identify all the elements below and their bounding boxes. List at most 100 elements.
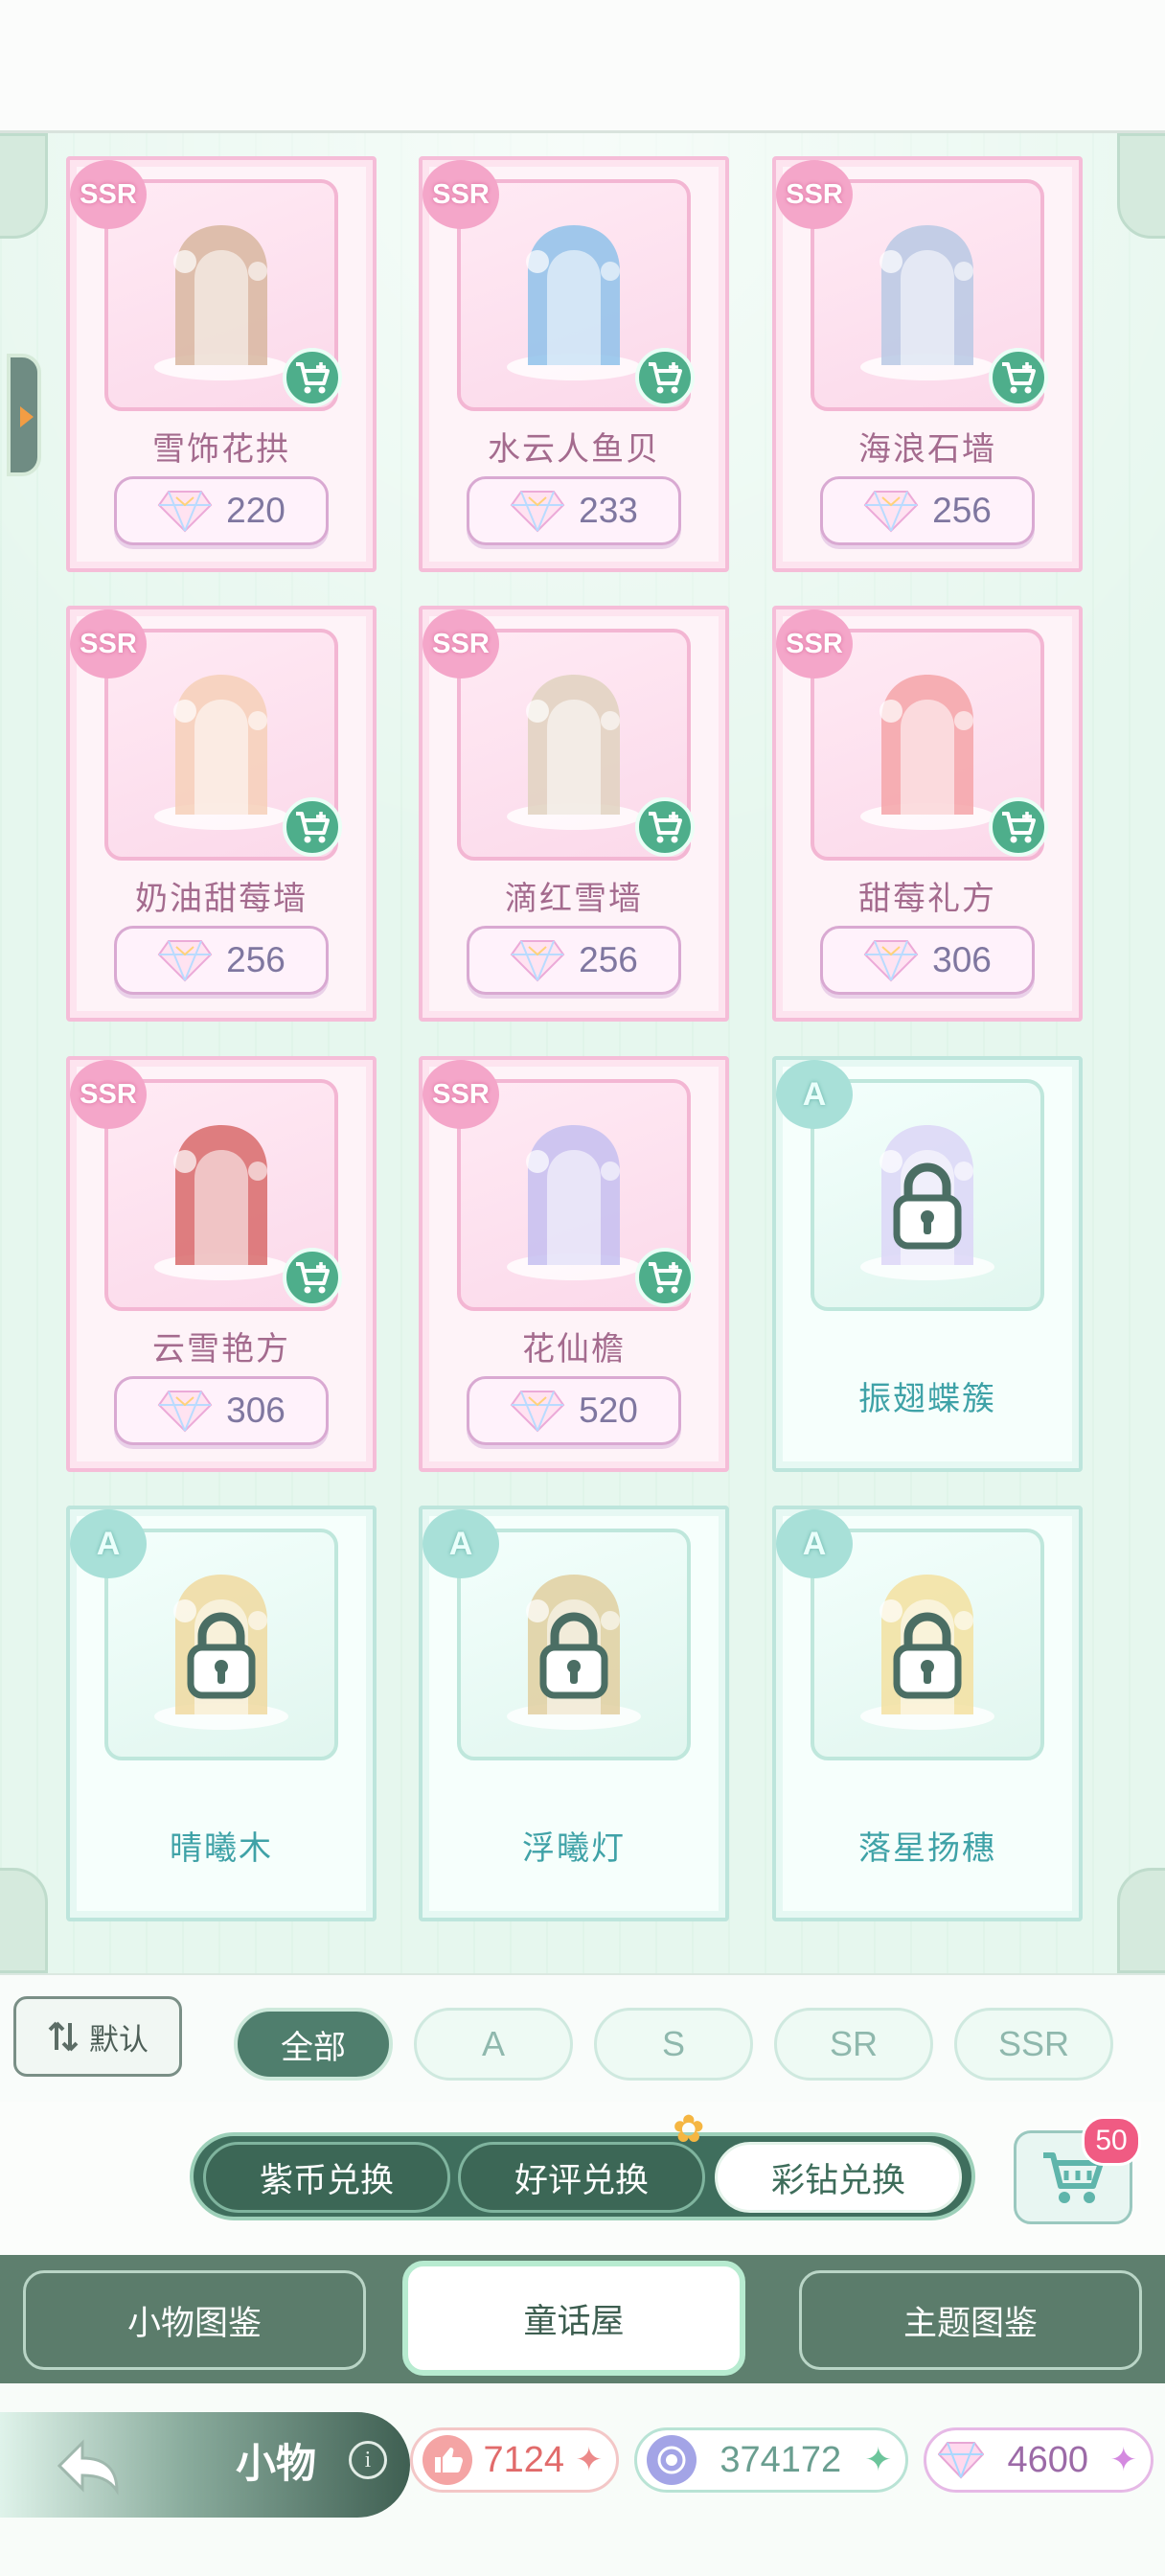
- rarity-badge: SSR: [423, 610, 499, 678]
- bottom-nav: 小物图鉴 童话屋 主题图鉴: [0, 2255, 1165, 2383]
- add-to-cart-button[interactable]: [283, 1248, 342, 1307]
- filter-a[interactable]: A: [414, 2008, 573, 2081]
- cart-plus-icon: [296, 362, 330, 394]
- rarity-badge: A: [776, 1060, 853, 1129]
- rarity-badge: SSR: [776, 610, 853, 678]
- diamond-icon: [936, 2435, 986, 2485]
- item-card[interactable]: SSR 雪饰花拱 220: [66, 156, 377, 572]
- add-to-cart-button[interactable]: [283, 348, 342, 407]
- back-arrow-icon[interactable]: [54, 2437, 121, 2496]
- currency-amount: 374172: [720, 2439, 842, 2480]
- add-to-cart-button[interactable]: [635, 1248, 695, 1307]
- add-plus-icon[interactable]: ✦: [576, 2441, 604, 2479]
- item-name: 云雪艳方: [152, 1330, 290, 1368]
- rarity-badge: A: [776, 1509, 853, 1578]
- rarity-badge: A: [423, 1509, 499, 1578]
- item-name: 奶油甜莓墙: [135, 880, 308, 918]
- frame-corner-decoration: [0, 1868, 48, 1973]
- rarity-badge: A: [70, 1509, 147, 1578]
- shopping-cart-button[interactable]: 50: [1014, 2116, 1141, 2224]
- filter-s[interactable]: S: [594, 2008, 753, 2081]
- item-name: 晴曦木: [170, 1829, 273, 1868]
- rarity-badge: SSR: [70, 160, 147, 229]
- item-name: 落星扬穗: [858, 1829, 996, 1868]
- add-plus-icon[interactable]: ✦: [865, 2441, 893, 2479]
- item-card[interactable]: SSR 花仙檐 520: [419, 1056, 729, 1472]
- add-to-cart-button[interactable]: [989, 797, 1048, 857]
- item-card[interactable]: SSR 云雪艳方 306: [66, 1056, 377, 1472]
- cart-count-badge: 50: [1082, 2116, 1141, 2166]
- thumbs-up-icon: [423, 2435, 472, 2485]
- sort-arrows-icon: [48, 2021, 79, 2052]
- item-card[interactable]: A 振翅蝶簇: [772, 1056, 1083, 1472]
- rarity-badge: SSR: [70, 1060, 147, 1129]
- item-card[interactable]: A 浮曦灯: [419, 1506, 729, 1921]
- item-card[interactable]: SSR 奶油甜莓墙 256: [66, 606, 377, 1022]
- item-name: 花仙檐: [522, 1330, 626, 1368]
- cart-plus-icon: [296, 812, 330, 843]
- cart-plus-icon: [1002, 812, 1036, 843]
- sort-label: 默认: [89, 2022, 148, 2058]
- item-card[interactable]: A 落星扬穗: [772, 1506, 1083, 1921]
- diamond-icon: [510, 1391, 565, 1433]
- lock-icon: [187, 1612, 256, 1699]
- diamond-currency[interactable]: 4600 ✦: [924, 2427, 1154, 2493]
- price-button[interactable]: 520: [467, 1376, 681, 1445]
- price-button[interactable]: 306: [820, 926, 1035, 995]
- item-card[interactable]: SSR 滴红雪墙 256: [419, 606, 729, 1022]
- diamond-icon: [863, 491, 919, 533]
- thumbs-up-currency[interactable]: 7124 ✦: [410, 2427, 619, 2493]
- rarity-badge: SSR: [423, 160, 499, 229]
- diamond-icon: [157, 940, 213, 982]
- item-card[interactable]: A 晴曦木: [66, 1506, 377, 1921]
- top-blank-bar: [0, 0, 1165, 133]
- tab-fairy-house[interactable]: 童话屋: [402, 2261, 745, 2376]
- rarity-badge: SSR: [423, 1060, 499, 1129]
- item-card[interactable]: SSR 水云人鱼贝 233: [419, 156, 729, 572]
- item-grid-area[interactable]: SSR 雪饰花拱 220 SSR 水云人鱼贝 233 SSR 海浪石墙 256 SSR 奶油甜莓墙 2…: [0, 133, 1165, 1973]
- price-value: 256: [579, 940, 638, 979]
- filter-ssr[interactable]: SSR: [954, 2008, 1113, 2081]
- rarity-badge: SSR: [776, 160, 853, 229]
- tab-item-catalog[interactable]: 小物图鉴: [23, 2270, 366, 2370]
- diamond-icon: [863, 940, 919, 982]
- status-bar: 小物 i 7124 ✦ 374172 ✦ 4600 ✦: [0, 2383, 1165, 2576]
- frame-corner-decoration: [1117, 133, 1165, 239]
- price-value: 306: [226, 1391, 286, 1430]
- exchange-tabs: 紫币兑换 好评兑换 彩钻兑换 ✿: [190, 2107, 975, 2220]
- filter-sr[interactable]: SR: [774, 2008, 933, 2081]
- cart-plus-icon: [649, 812, 682, 843]
- price-value: 220: [226, 491, 286, 530]
- add-plus-icon[interactable]: ✦: [1110, 2441, 1138, 2479]
- back-title-panel: 小物 i: [0, 2412, 410, 2518]
- add-to-cart-button[interactable]: [283, 797, 342, 857]
- flower-decoration-icon: ✿: [673, 2107, 705, 2151]
- side-drawer-toggle[interactable]: [7, 354, 41, 476]
- item-card[interactable]: SSR 甜莓礼方 306: [772, 606, 1083, 1022]
- sort-button[interactable]: 默认: [13, 1996, 182, 2077]
- price-button[interactable]: 220: [114, 476, 329, 545]
- rarity-badge: SSR: [70, 610, 147, 678]
- price-value: 233: [579, 491, 638, 530]
- filter-all[interactable]: 全部: [234, 2008, 393, 2081]
- item-name: 浮曦灯: [522, 1829, 626, 1868]
- add-to-cart-button[interactable]: [635, 348, 695, 407]
- cart-plus-icon: [1002, 362, 1036, 394]
- tab-purple-coin-exchange[interactable]: 紫币兑换: [203, 2142, 450, 2213]
- cart-plus-icon: [649, 1262, 682, 1294]
- price-button[interactable]: 256: [467, 926, 681, 995]
- tab-theme-catalog[interactable]: 主题图鉴: [799, 2270, 1142, 2370]
- price-button[interactable]: 256: [820, 476, 1035, 545]
- add-to-cart-button[interactable]: [989, 348, 1048, 407]
- add-to-cart-button[interactable]: [635, 797, 695, 857]
- diamond-icon: [510, 491, 565, 533]
- tab-diamond-exchange[interactable]: 彩钻兑换: [715, 2142, 962, 2213]
- currency-amount: 4600: [1007, 2439, 1089, 2480]
- purple-coin-currency[interactable]: 374172 ✦: [634, 2427, 908, 2493]
- info-icon[interactable]: i: [349, 2441, 387, 2479]
- tab-praise-exchange[interactable]: 好评兑换: [458, 2142, 705, 2213]
- price-button[interactable]: 306: [114, 1376, 329, 1445]
- price-button[interactable]: 256: [114, 926, 329, 995]
- item-card[interactable]: SSR 海浪石墙 256: [772, 156, 1083, 572]
- price-button[interactable]: 233: [467, 476, 681, 545]
